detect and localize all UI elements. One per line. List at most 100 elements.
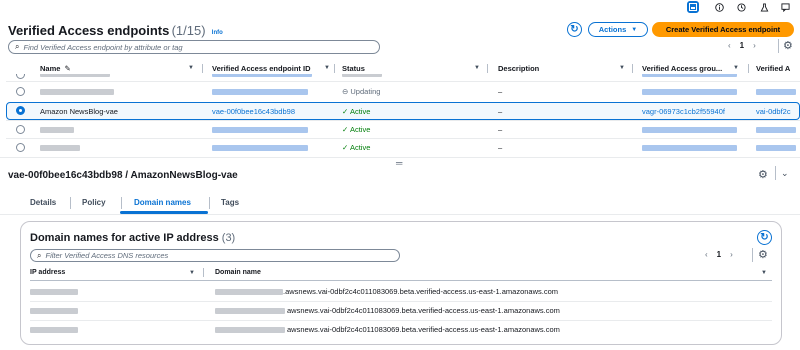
column-endpoint-id[interactable]: Verified Access endpoint ID: [212, 64, 311, 73]
row-radio[interactable]: [16, 87, 25, 96]
settings-icon[interactable]: ⚙: [758, 168, 768, 181]
row-radio[interactable]: [16, 125, 25, 134]
redacted-group[interactable]: [642, 145, 737, 151]
sort-icon[interactable]: ▼: [189, 270, 195, 276]
settings-icon[interactable]: ⚙: [778, 39, 793, 53]
endpoint-id-link[interactable]: vae-00f0bee16c43bdb98: [212, 107, 295, 116]
page-number[interactable]: 1: [717, 250, 721, 259]
info-link[interactable]: Info: [212, 30, 223, 36]
redacted-name: [40, 89, 114, 95]
table-row[interactable]: Amazon NewsBlog-vae vae-00f0bee16c43bdb9…: [0, 102, 800, 120]
column-name[interactable]: Name ✎: [40, 64, 71, 73]
column-divider: [487, 64, 488, 73]
tab-divider: [121, 197, 122, 209]
status-active: ✓ Active: [342, 143, 370, 152]
description-cell: –: [498, 107, 503, 116]
column-status[interactable]: Status: [342, 64, 365, 73]
refresh-button[interactable]: ↻: [567, 22, 582, 37]
refresh-icon: ↻: [760, 232, 769, 243]
tab-domain-names[interactable]: Domain names: [134, 198, 191, 207]
refresh-button[interactable]: ↻: [757, 230, 772, 245]
table-row[interactable]: ✓ Active –: [0, 139, 800, 156]
redacted-va[interactable]: [756, 127, 796, 133]
panel-icon[interactable]: [687, 1, 699, 13]
table-row[interactable]: ✓ Active –: [0, 121, 800, 138]
table-row: .awsnews.vai-0dbf2c4c011083069.beta.veri…: [20, 283, 780, 301]
redacted-ip: [30, 327, 78, 333]
feedback-icon[interactable]: [779, 1, 791, 13]
settings-icon[interactable]: ⚙: [752, 248, 768, 262]
pagination: ‹ 1 ›: [728, 41, 756, 50]
redacted-ip: [30, 289, 78, 295]
search-icon: ⌕: [37, 250, 42, 260]
group-link[interactable]: vagr-06973c1cb2f55940f: [642, 107, 725, 116]
dns-filter-input[interactable]: ⌕ Filter Verified Access DNS resources: [30, 249, 400, 262]
lab-icon[interactable]: [758, 1, 770, 13]
actions-button[interactable]: Actions ▼: [588, 22, 648, 37]
prev-page-icon[interactable]: ‹: [705, 250, 708, 259]
page-number[interactable]: 1: [740, 41, 744, 50]
sort-icon[interactable]: ▼: [474, 65, 480, 71]
table-row[interactable]: ⊖ Updating –: [0, 82, 800, 101]
redacted-subdomain: [215, 308, 285, 314]
redacted-endpoint-id[interactable]: [212, 127, 308, 133]
check-circle-icon: ✓: [342, 143, 349, 152]
pending-icon: ⊖: [342, 87, 349, 96]
row-radio[interactable]: [16, 74, 25, 79]
column-name-label: Name: [40, 64, 61, 73]
redacted-subdomain: [215, 327, 285, 333]
history-icon[interactable]: [735, 1, 747, 13]
va-link[interactable]: vai-0dbf2c: [756, 107, 791, 116]
tab-policy[interactable]: Policy: [82, 198, 106, 207]
create-endpoint-button[interactable]: Create Verified Access endpoint: [652, 22, 794, 37]
create-endpoint-label: Create Verified Access endpoint: [665, 25, 781, 34]
status-active: ✓ Active: [342, 107, 370, 116]
column-description[interactable]: Description: [498, 64, 539, 73]
drag-handle-icon[interactable]: ═: [396, 159, 402, 168]
redacted-va[interactable]: [756, 145, 796, 151]
tab-tags[interactable]: Tags: [221, 198, 239, 207]
next-page-icon[interactable]: ›: [730, 250, 733, 259]
sort-icon[interactable]: ▼: [733, 65, 739, 71]
redacted-group[interactable]: [642, 89, 737, 95]
domain-name-cell: awsnews.vai-0dbf2c4c011083069.beta.verif…: [287, 325, 560, 334]
sort-icon[interactable]: ▼: [188, 65, 194, 71]
tab-divider: [209, 197, 210, 209]
sort-icon[interactable]: ▼: [324, 65, 330, 71]
check-circle-icon: ✓: [342, 125, 349, 134]
sort-icon[interactable]: ▼: [619, 65, 625, 71]
row-radio-selected[interactable]: [16, 106, 25, 115]
redacted-endpoint-id[interactable]: [212, 145, 308, 151]
redacted-endpoint-id[interactable]: [212, 89, 308, 95]
sort-icon[interactable]: ▼: [761, 270, 767, 276]
column-divider: [202, 64, 203, 73]
info-icon[interactable]: [713, 1, 725, 13]
column-verified-access[interactable]: Verified A: [756, 64, 790, 73]
actions-label: Actions: [598, 25, 627, 34]
caret-down-icon: ▼: [631, 26, 638, 33]
next-page-icon[interactable]: ›: [753, 41, 756, 50]
redacted-va[interactable]: [756, 89, 796, 95]
domain-names-title: Domain names for active IP address (3): [30, 232, 235, 244]
description-cell: –: [498, 87, 503, 96]
table-row-clipped: [0, 74, 800, 80]
tab-divider: [70, 197, 71, 209]
table-row: awsnews.vai-0dbf2c4c011083069.beta.verif…: [20, 321, 780, 339]
column-group[interactable]: Verified Access grou...: [642, 64, 722, 73]
row-radio[interactable]: [16, 143, 25, 152]
prev-page-icon[interactable]: ‹: [728, 41, 731, 50]
domain-name-cell: awsnews.vai-0dbf2c4c011083069.beta.verif…: [287, 306, 560, 315]
description-cell: –: [498, 125, 503, 134]
domain-names-count: (3): [221, 232, 236, 244]
status-label: Active: [349, 143, 371, 152]
tab-details[interactable]: Details: [30, 198, 56, 207]
redacted-group[interactable]: [642, 127, 737, 133]
chevron-down-icon[interactable]: ⌄: [781, 168, 789, 179]
column-ip-address[interactable]: IP address: [30, 269, 65, 276]
column-domain-name[interactable]: Domain name: [215, 269, 261, 276]
refresh-icon: ↻: [570, 24, 579, 35]
status-label: Updating: [350, 87, 381, 96]
search-input[interactable]: ⌕ Find Verified Access endpoint by attri…: [8, 40, 380, 54]
header-divider: [30, 280, 772, 281]
tabs-divider: [0, 214, 800, 215]
